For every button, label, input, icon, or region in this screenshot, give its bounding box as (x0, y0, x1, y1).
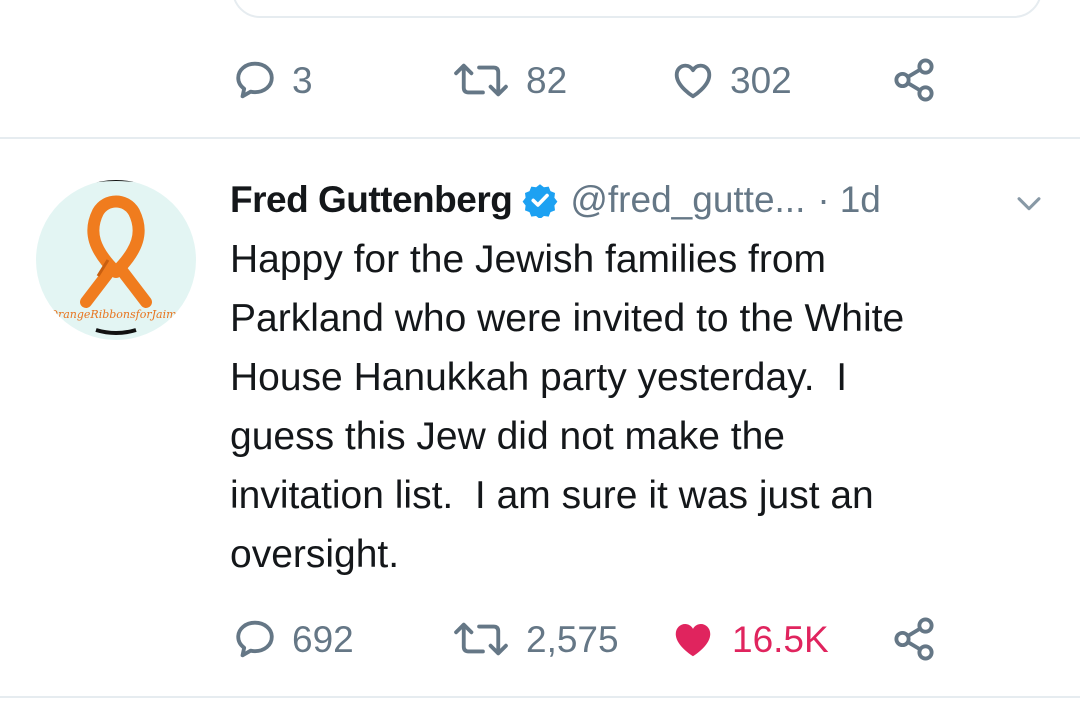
retweet-count: 2,575 (526, 618, 619, 660)
tweet-actions: 692 2,575 16.5K (0, 614, 1080, 664)
reply-button[interactable]: 3 (232, 55, 313, 105)
tweet-header: Fred Guttenberg @fred_gutte... · 1d (230, 172, 1070, 228)
reply-icon (232, 616, 278, 662)
previous-tweet-actions: 3 82 302 (0, 55, 1080, 105)
share-button[interactable] (888, 55, 940, 105)
reply-count: 3 (292, 59, 313, 101)
retweet-icon (450, 57, 512, 103)
tweet-divider (0, 696, 1080, 698)
display-name[interactable]: Fred Guttenberg (230, 179, 513, 221)
tweet-divider (0, 137, 1080, 139)
verified-badge-icon (522, 182, 558, 218)
share-button[interactable] (888, 614, 940, 664)
tweet-timestamp[interactable]: 1d (840, 179, 881, 221)
reply-count: 692 (292, 618, 354, 660)
share-icon (888, 616, 940, 662)
tweet-text: Happy for the Jewish families from Parkl… (230, 238, 905, 576)
separator-dot: · (817, 179, 830, 220)
retweet-button[interactable]: 2,575 (450, 614, 619, 664)
heart-icon (668, 616, 718, 662)
chevron-down-icon[interactable] (1012, 186, 1046, 225)
like-count: 16.5K (732, 618, 829, 660)
like-count: 302 (730, 59, 792, 101)
retweet-button[interactable]: 82 (450, 55, 567, 105)
retweet-count: 82 (526, 59, 568, 101)
reply-button[interactable]: 692 (232, 614, 354, 664)
retweet-icon (450, 616, 512, 662)
avatar-logo-text: OrangeRibbonsforJaime (48, 308, 184, 321)
previous-tweet-card-edge[interactable] (232, 0, 1042, 18)
share-icon (888, 57, 940, 103)
avatar[interactable]: OrangeRibbonsforJaime (36, 180, 196, 340)
heart-icon (670, 57, 716, 103)
reply-icon (232, 57, 278, 103)
user-handle[interactable]: @fred_gutte... (570, 179, 805, 221)
like-button[interactable]: 16.5K (668, 614, 829, 664)
like-button[interactable]: 302 (670, 55, 792, 105)
